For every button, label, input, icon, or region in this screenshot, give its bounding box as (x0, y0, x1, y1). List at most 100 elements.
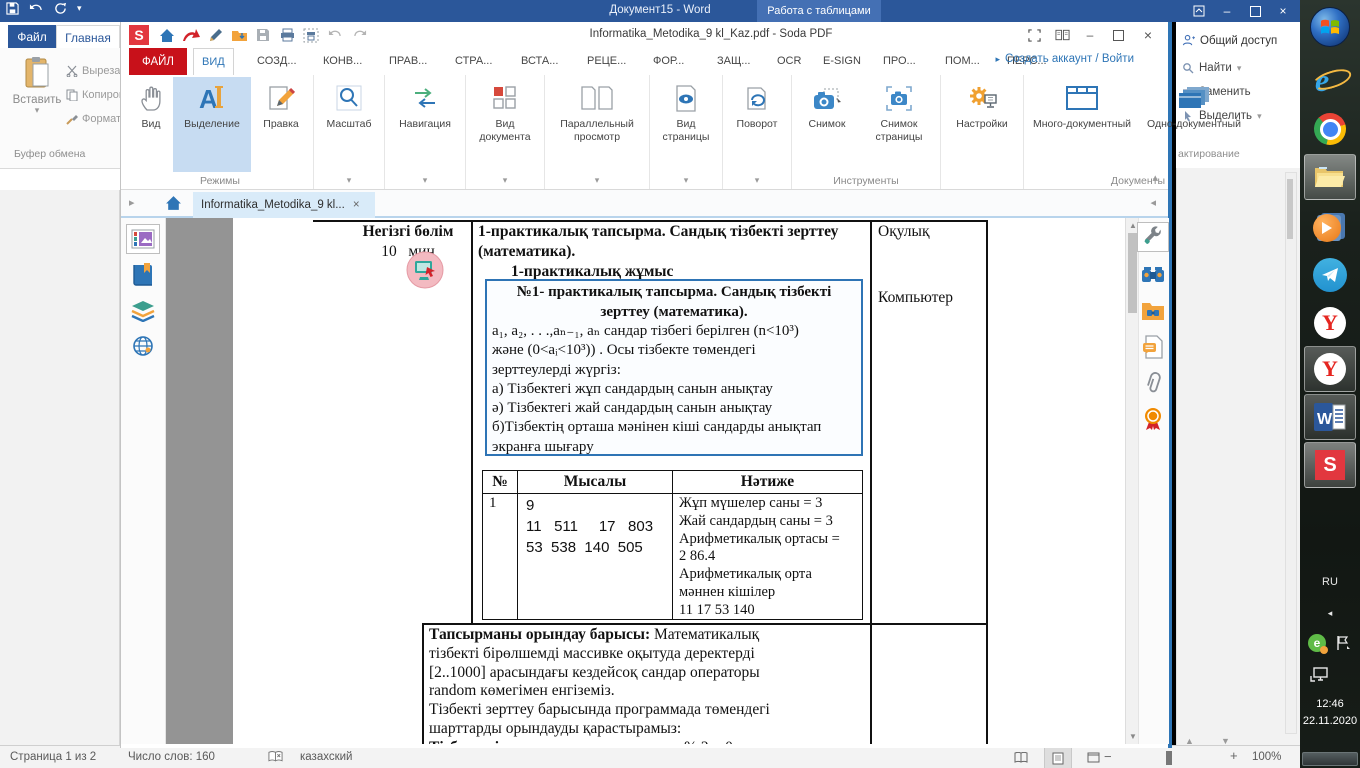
right-panel-chevron-icon[interactable]: ◂ (1150, 198, 1156, 209)
tab-create[interactable]: СОЗД... (249, 48, 305, 74)
tools-panel-button[interactable] (1137, 222, 1169, 252)
scroll-up-icon[interactable]: ▲ (1129, 221, 1137, 230)
customize-qat-caret-icon[interactable]: ▾ (77, 4, 82, 13)
tab-pages[interactable]: СТРА... (447, 48, 500, 74)
single-document-button[interactable]: Одно-документный (1138, 77, 1250, 172)
word-minimize-button[interactable]: – (1212, 0, 1242, 22)
parallel-view-caret-icon[interactable]: ▾ (547, 172, 647, 189)
page-snapshot-button[interactable]: Снимок страницы (860, 77, 938, 172)
pdf-document-tab[interactable]: Informatika_Metodika_9 kl... × (193, 192, 375, 218)
undo-icon[interactable] (323, 24, 347, 46)
status-word-count[interactable]: Число слов: 160 (128, 751, 215, 763)
paste-button[interactable]: Вставить ▾ (10, 56, 64, 152)
word-page-up-button[interactable]: ▲ (1185, 736, 1194, 745)
edit-mode-button[interactable]: Правка (251, 77, 311, 172)
pdf-scrollbar-thumb[interactable] (1128, 233, 1137, 313)
save-icon[interactable] (6, 2, 19, 15)
taskbar-media-player[interactable] (1304, 204, 1356, 250)
zoom-in-button[interactable]: + (1230, 748, 1238, 763)
multi-document-button[interactable]: Много-документный (1026, 77, 1138, 172)
show-desktop-button[interactable] (1302, 752, 1358, 766)
select-mode-button[interactable]: A Выделение (173, 77, 251, 172)
snapshot-button[interactable]: Снимок (794, 77, 860, 172)
word-tab-home[interactable]: Главная (56, 25, 120, 49)
soda-quick-action-icon[interactable] (179, 24, 203, 46)
tab-review[interactable]: РЕЦЕ... (579, 48, 634, 74)
print-selection-icon[interactable] (299, 24, 323, 46)
word-ribbon-options-icon[interactable] (1184, 0, 1214, 22)
open-folder-icon[interactable] (227, 24, 251, 46)
tab-pro[interactable]: ПРО... (875, 48, 924, 74)
soda-minimize-button[interactable]: – (1076, 24, 1104, 46)
rotate-button[interactable]: Поворот (725, 77, 789, 172)
show-hidden-icons-button[interactable]: ◂ (1300, 608, 1360, 619)
word-zoom-slider-thumb[interactable] (1166, 751, 1172, 765)
status-language[interactable]: казахский (300, 751, 352, 763)
document-view-button[interactable]: Вид документа (468, 77, 542, 172)
search-files-panel-button[interactable] (1137, 296, 1169, 326)
tab-secure[interactable]: ЗАЩ... (709, 48, 758, 74)
web-panel-button[interactable] (126, 331, 160, 361)
word-restore-button[interactable] (1240, 0, 1270, 22)
undo-icon[interactable] (29, 3, 44, 15)
page-view-caret-icon[interactable]: ▾ (652, 172, 720, 189)
settings-button[interactable]: Настройки (943, 77, 1021, 172)
print-layout-button[interactable] (1044, 747, 1072, 768)
navigation-group-caret-icon[interactable]: ▾ (387, 172, 463, 189)
word-context-tab-table-tools[interactable]: Работа с таблицами (757, 0, 881, 22)
copy-button[interactable]: Копировать (66, 84, 120, 106)
collapse-ribbon-icon[interactable]: ▴ (1152, 173, 1158, 184)
tray-network-icon[interactable] (1308, 664, 1332, 686)
signature-panel-button[interactable] (1137, 404, 1169, 434)
tab-edit[interactable]: ПРАВ... (381, 48, 435, 74)
word-zoom-percent[interactable]: 100% (1252, 751, 1281, 763)
find-button[interactable]: Найти ▾ (1182, 62, 1241, 74)
view-mode-button[interactable]: Вид (129, 77, 173, 172)
thumbnails-panel-button[interactable] (126, 224, 160, 254)
read-mode-icon[interactable] (1048, 24, 1076, 46)
tab-file[interactable]: ФАЙЛ (129, 48, 187, 75)
language-indicator[interactable]: RU (1300, 576, 1360, 588)
edit-pen-icon[interactable] (203, 24, 227, 46)
parallel-view-button[interactable]: Параллельный просмотр (547, 77, 647, 172)
zoom-button[interactable]: Масштаб (316, 77, 382, 172)
cut-button[interactable]: Вырезать (66, 60, 120, 82)
create-account-link[interactable]: ▸ Создать аккаунт / Войти (995, 53, 1134, 65)
soda-maximize-button[interactable] (1104, 24, 1132, 46)
redo-icon[interactable] (347, 24, 371, 46)
fullscreen-icon[interactable] (1020, 24, 1048, 46)
read-mode-button[interactable] (1008, 747, 1034, 767)
left-panel-chevron-icon[interactable]: ▸ (129, 198, 135, 209)
computer-activity-icon[interactable] (405, 250, 445, 290)
word-scrollbar-thumb[interactable] (1287, 179, 1293, 239)
status-page-indicator[interactable]: Страница 1 из 2 (10, 751, 96, 763)
tab-insert[interactable]: ВСТА... (513, 48, 566, 74)
tab-ocr[interactable]: OCR (769, 48, 809, 74)
tray-action-center-flag-icon[interactable] (1332, 632, 1354, 654)
document-view-caret-icon[interactable]: ▾ (468, 172, 542, 189)
tab-view[interactable]: ВИД (193, 48, 234, 76)
tab-convert[interactable]: КОНВ... (315, 48, 370, 74)
tray-eset-icon[interactable]: e (1306, 632, 1328, 654)
home-icon[interactable] (155, 24, 179, 46)
proofing-errors-icon[interactable] (268, 750, 283, 764)
word-close-button[interactable]: × (1268, 0, 1298, 22)
tab-help[interactable]: ПОМ... (937, 48, 988, 74)
layers-panel-button[interactable] (126, 296, 160, 326)
share-button[interactable]: Общий доступ (1182, 34, 1277, 47)
comments-panel-button[interactable] (1137, 332, 1169, 362)
word-vertical-scrollbar[interactable] (1285, 172, 1297, 734)
navigation-button[interactable]: Навигация (387, 77, 463, 172)
search-panel-button[interactable] (1137, 260, 1169, 290)
taskbar-word[interactable]: W (1304, 394, 1356, 440)
taskbar-yandex-2[interactable]: Y (1304, 346, 1356, 392)
close-tab-icon[interactable]: × (353, 199, 360, 211)
soda-close-button[interactable]: × (1134, 24, 1162, 46)
taskbar-explorer[interactable] (1304, 154, 1356, 200)
word-page-down-button[interactable]: ▼ (1221, 736, 1230, 745)
page-view-button[interactable]: Вид страницы (652, 77, 720, 172)
clock-date[interactable]: 22.11.2020 (1300, 715, 1360, 727)
zoom-out-button[interactable]: − (1104, 749, 1112, 764)
web-layout-button[interactable] (1080, 747, 1106, 767)
print-icon[interactable] (275, 24, 299, 46)
